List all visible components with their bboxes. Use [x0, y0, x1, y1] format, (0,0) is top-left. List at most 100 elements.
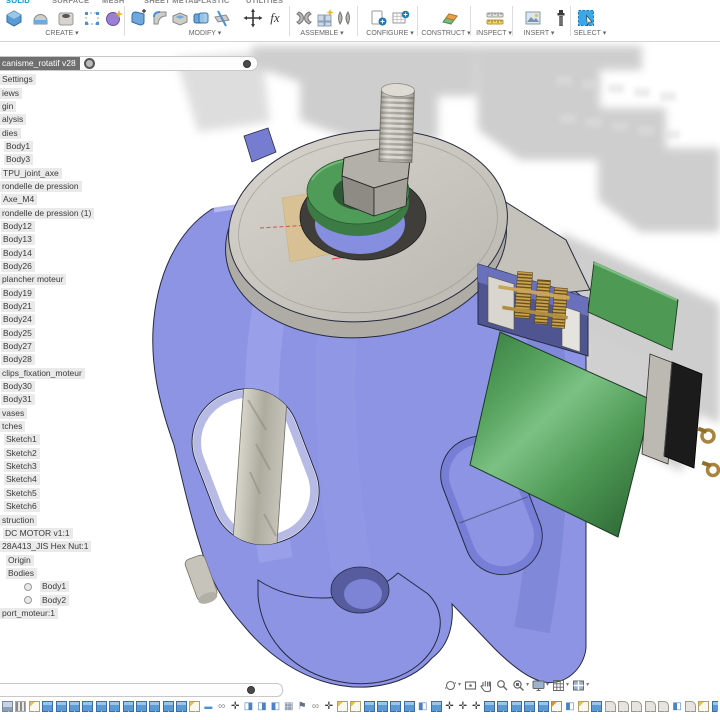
timeline-feature-move[interactable]: ✛ — [457, 701, 468, 712]
viewports-icon[interactable]: ▾ — [572, 679, 589, 692]
timeline-feature-extrude[interactable] — [55, 701, 67, 712]
browser-item[interactable]: DC MOTOR v1:1 — [0, 527, 94, 540]
parameters-icon[interactable]: fx — [265, 8, 285, 28]
browser-item[interactable]: Sketch1 — [0, 433, 94, 446]
orbit-icon[interactable]: ▾ — [444, 679, 461, 692]
timeline-feature-extrude[interactable] — [403, 701, 415, 712]
browser-item[interactable]: Body30 — [0, 380, 94, 393]
timeline-feature-extrude[interactable] — [82, 701, 94, 712]
select-icon[interactable] — [576, 8, 596, 28]
timeline-feature-combine[interactable]: ◧ — [417, 701, 428, 712]
timeline-feature-extrude[interactable] — [135, 701, 147, 712]
timeline-feature-fillet[interactable] — [604, 701, 616, 712]
timeline-feature-extrude[interactable] — [484, 701, 496, 712]
document-title[interactable]: canisme_rotatif v28 — [0, 57, 80, 70]
browser-item[interactable]: iews — [0, 86, 94, 99]
document-activate-radio[interactable] — [83, 58, 95, 69]
browser-item[interactable]: Settings — [0, 73, 94, 86]
timeline-feature-extrude[interactable] — [95, 701, 107, 712]
timeline-feature-extrude[interactable] — [363, 701, 375, 712]
tab-utilities[interactable]: UTILITIES — [246, 0, 283, 6]
browser-item[interactable]: Body26 — [0, 260, 94, 273]
create-group-label[interactable]: CREATE ▾ — [45, 29, 78, 37]
timeline-feature-flag[interactable]: ⚑ — [297, 701, 308, 712]
viewport-canvas[interactable] — [0, 0, 720, 720]
timeline-feature-doc[interactable] — [551, 701, 563, 712]
construct-plane-icon[interactable] — [440, 8, 460, 28]
timeline-feature-pins[interactable] — [15, 701, 27, 712]
timeline-feature-extrude[interactable] — [122, 701, 134, 712]
tab-surface[interactable]: SURFACE — [52, 0, 89, 6]
timeline-feature-combine[interactable]: ◧ — [672, 701, 683, 712]
timeline-feature-sketch[interactable] — [189, 701, 201, 712]
inspect-group-label[interactable]: INSPECT ▾ — [476, 29, 512, 37]
timeline-feature-extrude[interactable] — [591, 701, 603, 712]
browser-item[interactable]: Sketch2 — [0, 447, 94, 460]
browser-item[interactable]: gin — [0, 100, 94, 113]
rigid-group-icon[interactable] — [334, 8, 354, 28]
tab-mesh[interactable]: MESH — [102, 0, 124, 6]
tab-sheet-metal[interactable]: SHEET METAL — [144, 0, 199, 6]
browser-item[interactable]: alysis — [0, 113, 94, 126]
timeline-feature-extrude[interactable] — [510, 701, 522, 712]
grid-settings-icon[interactable]: ▾ — [552, 679, 569, 692]
configuration-icon[interactable] — [368, 8, 388, 28]
browser-item[interactable]: Origin — [0, 553, 94, 566]
configure-group-label[interactable]: CONFIGURE ▾ — [366, 29, 413, 37]
footer-collapse-button[interactable] — [247, 686, 255, 694]
browser-item[interactable]: Body3 — [0, 153, 94, 166]
browser-item[interactable]: Axe_M4 — [0, 193, 94, 206]
timeline-feature-extrude[interactable] — [390, 701, 402, 712]
look-at-icon[interactable] — [464, 679, 477, 692]
timeline-feature-extrude[interactable] — [162, 701, 174, 712]
timeline-feature-sketch[interactable] — [698, 701, 710, 712]
timeline-feature-combine[interactable]: ◧ — [270, 701, 281, 712]
modify-group-label[interactable]: MODIFY ▾ — [189, 29, 222, 37]
timeline-feature-pattern[interactable]: ▦ — [283, 701, 294, 712]
timeline-feature-move[interactable]: ✛ — [230, 701, 241, 712]
timeline-feature-fillet[interactable] — [617, 701, 629, 712]
form-icon[interactable] — [104, 8, 124, 28]
new-body-icon[interactable] — [4, 8, 24, 28]
browser-item[interactable]: port_moteur:1 — [0, 607, 94, 620]
browser-item[interactable]: Body19 — [0, 287, 94, 300]
visibility-bulb-icon[interactable] — [24, 596, 32, 605]
timeline-feature-extrude[interactable] — [149, 701, 161, 712]
tab-plastic[interactable]: PLASTIC — [196, 0, 229, 6]
timeline-feature-extrude[interactable] — [537, 701, 549, 712]
timeline-feature-extrude[interactable] — [430, 701, 442, 712]
timeline-feature-fillet[interactable] — [658, 701, 670, 712]
pan-icon[interactable] — [480, 679, 493, 692]
combine-icon[interactable] — [191, 8, 211, 28]
browser-item[interactable]: Body1 — [0, 580, 94, 593]
split-body-icon[interactable] — [212, 8, 232, 28]
joint-icon[interactable] — [294, 8, 314, 28]
browser-item[interactable]: tches — [0, 420, 94, 433]
browser-item[interactable]: Body1 — [0, 140, 94, 153]
measure-icon[interactable] — [485, 8, 505, 28]
timeline-feature-link[interactable]: ∞ — [310, 701, 321, 712]
browser-item[interactable]: dies — [0, 126, 94, 139]
timeline-feature-extrude[interactable] — [42, 701, 54, 712]
timeline-feature-move[interactable]: ✛ — [444, 701, 455, 712]
browser-item[interactable]: plancher moteur — [0, 273, 94, 286]
browser-item[interactable]: Body12 — [0, 220, 94, 233]
fit-icon[interactable]: ▾ — [512, 679, 529, 692]
browser-item[interactable]: vases — [0, 407, 94, 420]
create-selection-icon[interactable] — [82, 8, 102, 28]
browser-item[interactable]: Body27 — [0, 340, 94, 353]
browser-item[interactable]: Bodies — [0, 567, 94, 580]
timeline-feature-sketch[interactable] — [350, 701, 362, 712]
timeline-feature-extrude[interactable] — [524, 701, 536, 712]
timeline-feature-pill[interactable]: ▬ — [203, 701, 214, 712]
timeline-feature-extrude[interactable] — [376, 701, 388, 712]
new-component-icon[interactable] — [315, 8, 335, 28]
press-pull-icon[interactable] — [128, 8, 148, 28]
timeline-feature-sketch[interactable] — [577, 701, 589, 712]
shell-icon[interactable] — [170, 8, 190, 28]
timeline-feature-extrude[interactable] — [711, 701, 718, 712]
timeline-feature-sketch[interactable] — [28, 701, 40, 712]
browser-item[interactable]: Body14 — [0, 246, 94, 259]
insert-fastener-icon[interactable] — [551, 8, 571, 28]
browser-item[interactable]: Body21 — [0, 300, 94, 313]
